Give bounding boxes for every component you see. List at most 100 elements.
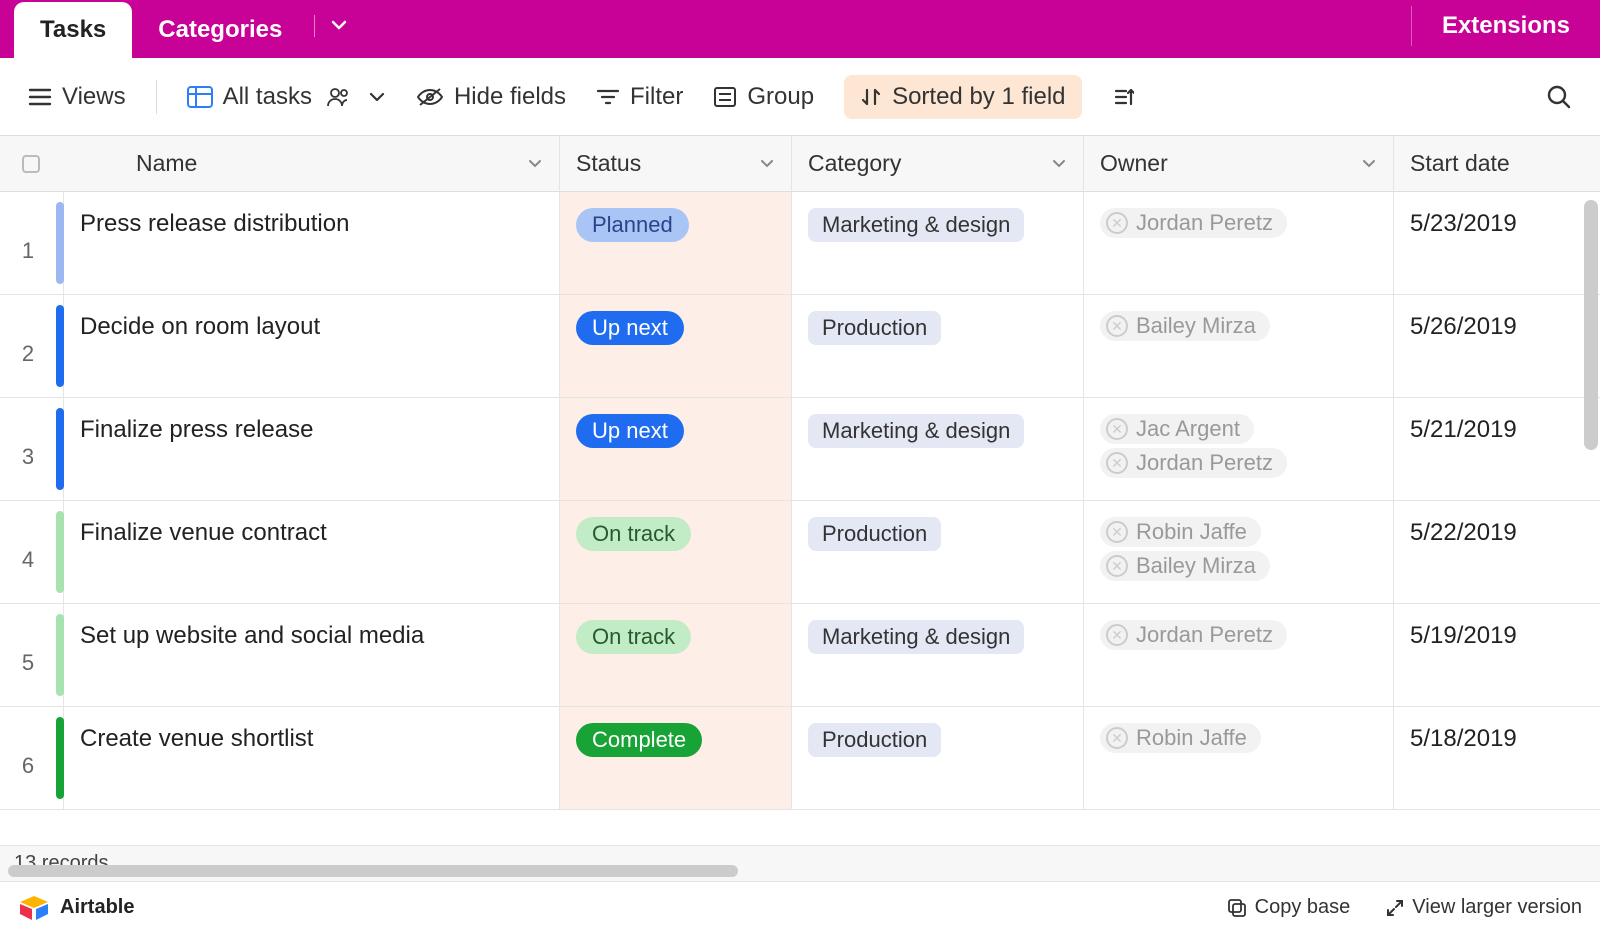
cell-owner[interactable]: ✕Robin Jaffe	[1084, 707, 1394, 809]
row-number: 3	[0, 398, 56, 500]
owner-name: Bailey Mirza	[1136, 553, 1256, 579]
cell-start-date[interactable]: 5/19/2019	[1394, 604, 1600, 706]
chevron-down-icon[interactable]	[527, 156, 543, 172]
cell-owner[interactable]: ✕Robin Jaffe✕Bailey Mirza	[1084, 501, 1394, 603]
column-label: Owner	[1100, 150, 1168, 177]
remove-icon[interactable]: ✕	[1106, 727, 1128, 749]
remove-icon[interactable]: ✕	[1106, 521, 1128, 543]
remove-icon[interactable]: ✕	[1106, 418, 1128, 440]
cell-category[interactable]: Production	[792, 295, 1084, 397]
view-name-label: All tasks	[223, 83, 312, 111]
column-label: Name	[136, 150, 197, 177]
sort-button[interactable]: Sorted by 1 field	[844, 75, 1081, 119]
category-pill: Marketing & design	[808, 620, 1024, 654]
cell-name[interactable]: Press release distribution	[64, 192, 560, 294]
tab-caret-icon[interactable]	[321, 15, 363, 43]
horizontal-scrollbar[interactable]	[8, 865, 738, 877]
cell-name[interactable]: Decide on room layout	[64, 295, 560, 397]
views-button[interactable]: Views	[28, 83, 126, 111]
tab-categories[interactable]: Categories	[132, 2, 308, 58]
category-pill: Production	[808, 517, 941, 551]
owner-chip[interactable]: ✕Jordan Peretz	[1100, 208, 1287, 238]
table-row[interactable]: 3Finalize press releaseUp nextMarketing …	[0, 398, 1600, 501]
cell-category[interactable]: Marketing & design	[792, 604, 1084, 706]
cell-category[interactable]: Marketing & design	[792, 398, 1084, 500]
row-height-button[interactable]	[1112, 86, 1134, 108]
chevron-down-icon[interactable]	[759, 156, 775, 172]
owner-chip[interactable]: ✕ Bailey Mirza	[1100, 551, 1270, 581]
toolbar-separator	[156, 80, 157, 114]
grid-icon	[187, 86, 213, 108]
owner-chip[interactable]: ✕Jordan Peretz	[1100, 620, 1287, 650]
cell-category[interactable]: Production	[792, 707, 1084, 809]
remove-icon[interactable]: ✕	[1106, 624, 1128, 646]
chevron-down-icon[interactable]	[1051, 156, 1067, 172]
row-color-bar	[56, 192, 64, 294]
cell-start-date[interactable]: 5/21/2019	[1394, 398, 1600, 500]
airtable-logo-icon	[18, 894, 50, 922]
view-larger-button[interactable]: View larger version	[1386, 896, 1582, 919]
cell-start-date[interactable]: 5/23/2019	[1394, 192, 1600, 294]
column-header-category[interactable]: Category	[792, 136, 1084, 191]
vertical-scrollbar[interactable]	[1584, 200, 1598, 450]
cell-name[interactable]: Finalize press release	[64, 398, 560, 500]
menu-icon	[28, 87, 52, 107]
cell-start-date[interactable]: 5/18/2019	[1394, 707, 1600, 809]
remove-icon[interactable]: ✕	[1106, 452, 1128, 474]
cell-owner[interactable]: ✕Jordan Peretz	[1084, 192, 1394, 294]
view-all-tasks[interactable]: All tasks	[187, 83, 386, 111]
hide-fields-button[interactable]: Hide fields	[416, 83, 566, 111]
column-header-owner[interactable]: Owner	[1084, 136, 1394, 191]
table-row[interactable]: 4Finalize venue contractOn trackProducti…	[0, 501, 1600, 604]
row-number: 1	[0, 192, 56, 294]
owner-chip[interactable]: ✕Robin Jaffe	[1100, 723, 1261, 753]
cell-name[interactable]: Create venue shortlist	[64, 707, 560, 809]
row-height-icon	[1112, 86, 1134, 108]
cell-status[interactable]: On track	[560, 501, 792, 603]
row-number: 2	[0, 295, 56, 397]
cell-owner[interactable]: ✕ Jac Argent ✕Jordan Peretz	[1084, 398, 1394, 500]
column-header-name[interactable]: Name	[0, 136, 560, 191]
extensions-button[interactable]: Extensions	[1411, 6, 1600, 46]
owner-chip[interactable]: ✕Bailey Mirza	[1100, 311, 1270, 341]
remove-icon[interactable]: ✕	[1106, 315, 1128, 337]
cell-status[interactable]: On track	[560, 604, 792, 706]
table-row[interactable]: 6Create venue shortlistCompleteProductio…	[0, 707, 1600, 810]
owner-name: Jac Argent	[1136, 416, 1240, 442]
owner-chip[interactable]: ✕ Jac Argent	[1100, 414, 1254, 444]
cell-status[interactable]: Up next	[560, 295, 792, 397]
cell-name[interactable]: Finalize venue contract	[64, 501, 560, 603]
remove-icon[interactable]: ✕	[1106, 212, 1128, 234]
cell-status[interactable]: Up next	[560, 398, 792, 500]
cell-start-date[interactable]: 5/26/2019	[1394, 295, 1600, 397]
cell-name[interactable]: Set up website and social media	[64, 604, 560, 706]
chevron-down-icon[interactable]	[1361, 156, 1377, 172]
group-button[interactable]: Group	[713, 83, 814, 111]
select-all-checkbox[interactable]	[22, 155, 40, 173]
cell-owner[interactable]: ✕Bailey Mirza	[1084, 295, 1394, 397]
sort-label: Sorted by 1 field	[892, 83, 1065, 111]
grid-header: Name Status Category Owner Start date	[0, 136, 1600, 192]
row-color-bar	[56, 707, 64, 809]
cell-status[interactable]: Planned	[560, 192, 792, 294]
table-row[interactable]: 2Decide on room layoutUp nextProduction ✕…	[0, 295, 1600, 398]
cell-category[interactable]: Marketing & design	[792, 192, 1084, 294]
column-label: Category	[808, 150, 901, 177]
owner-chip[interactable]: ✕Jordan Peretz	[1100, 448, 1287, 478]
column-header-status[interactable]: Status	[560, 136, 792, 191]
remove-icon[interactable]: ✕	[1106, 555, 1128, 577]
copy-base-button[interactable]: Copy base	[1227, 896, 1351, 919]
search-button[interactable]	[1546, 84, 1572, 110]
table-row[interactable]: 1Press release distributionPlannedMarket…	[0, 192, 1600, 295]
table-row[interactable]: 5Set up website and social mediaOn track…	[0, 604, 1600, 707]
cell-category[interactable]: Production	[792, 501, 1084, 603]
column-header-start-date[interactable]: Start date	[1394, 136, 1600, 191]
owner-chip[interactable]: ✕Robin Jaffe	[1100, 517, 1261, 547]
filter-button[interactable]: Filter	[596, 83, 683, 111]
tab-tasks[interactable]: Tasks	[14, 2, 132, 58]
chevron-down-icon	[368, 88, 386, 106]
views-label: Views	[62, 83, 126, 111]
cell-start-date[interactable]: 5/22/2019	[1394, 501, 1600, 603]
cell-status[interactable]: Complete	[560, 707, 792, 809]
cell-owner[interactable]: ✕Jordan Peretz	[1084, 604, 1394, 706]
